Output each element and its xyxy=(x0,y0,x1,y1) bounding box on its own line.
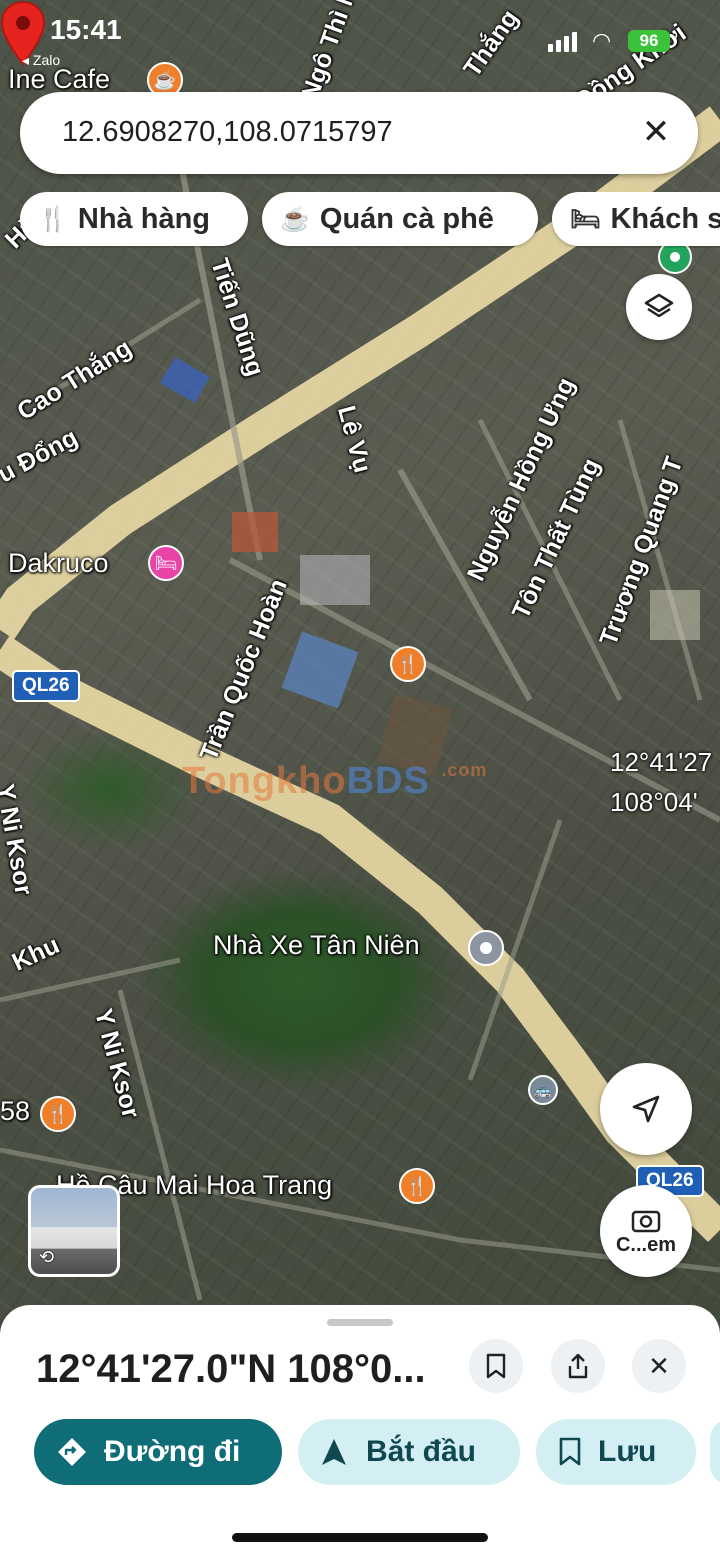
watermark-part1: Tongkho xyxy=(182,760,347,802)
watermark-part2: BDS xyxy=(346,760,430,802)
battery-level: 96 xyxy=(639,31,659,50)
start-label: Bắt đầu xyxy=(366,1435,477,1468)
bus-station-icon[interactable] xyxy=(468,930,504,966)
bookmark-icon xyxy=(559,1437,581,1466)
chip-label: Khách s xyxy=(610,202,720,235)
fork-knife-icon: 🍴 xyxy=(38,205,68,233)
hotel-icon[interactable]: 🛏 xyxy=(148,545,184,581)
place-sheet[interactable]: 12°41'27.0"N 108°0... ✕ Đường đi Bắt đầu… xyxy=(0,1305,720,1557)
search-bar[interactable]: 12.6908270,108.0715797 ✕ xyxy=(20,92,698,174)
restaurant-icon[interactable]: 🍴 xyxy=(399,1168,435,1204)
save-label: Lưu xyxy=(598,1435,657,1468)
pin-lng: 108°04' xyxy=(610,787,698,817)
bus-stop-icon[interactable]: 🚌 xyxy=(528,1075,558,1105)
bed-icon: 🛏 xyxy=(570,205,601,233)
layers-button[interactable] xyxy=(626,274,692,340)
drag-handle[interactable] xyxy=(327,1319,393,1326)
restaurant-icon[interactable]: 🍴 xyxy=(390,646,426,682)
chip-cafes[interactable]: ☕ Quán cà phê xyxy=(262,192,538,246)
navigation-arrow-icon xyxy=(632,1095,660,1123)
route-badge: QL26 xyxy=(12,670,80,702)
poi-label[interactable]: 58 xyxy=(0,1096,30,1127)
bookmark-icon xyxy=(486,1353,506,1379)
directions-button[interactable]: Đường đi xyxy=(34,1419,282,1485)
close-icon[interactable]: ✕ xyxy=(634,110,678,154)
category-chips: 🍴 Nhà hàng ☕ Quán cà phê 🛏 Khách s xyxy=(20,192,720,248)
directions-label: Đường đi xyxy=(104,1435,241,1468)
coffee-cup-icon: ☕ xyxy=(280,205,310,233)
navigation-arrow-icon xyxy=(322,1439,346,1465)
camera-icon xyxy=(631,1210,661,1232)
chip-hotels[interactable]: 🛏 Khách s xyxy=(552,192,720,246)
poi-label[interactable]: Nhà Xe Tân Niên xyxy=(213,930,420,961)
start-button[interactable]: Bắt đầu xyxy=(298,1419,520,1485)
wifi-icon: ◠ xyxy=(592,28,612,53)
close-sheet-button[interactable]: ✕ xyxy=(632,1339,686,1393)
save-bookmark-button[interactable] xyxy=(469,1339,523,1393)
chip-restaurants[interactable]: 🍴 Nhà hàng xyxy=(20,192,248,246)
chip-label: Quán cà phê xyxy=(319,202,494,235)
close-icon: ✕ xyxy=(648,1350,670,1381)
street-view-thumbnail[interactable]: ⟲ xyxy=(28,1185,120,1277)
signal-icon xyxy=(548,32,577,52)
place-title: 12°41'27.0"N 108°0... xyxy=(36,1347,426,1391)
status-bar: 15:41 ◂ Zalo ◠ 96 xyxy=(0,0,720,68)
share-button[interactable] xyxy=(551,1339,605,1393)
poi-label[interactable]: Dakruco xyxy=(8,548,109,579)
share-icon xyxy=(568,1353,588,1379)
chip-label: Nhà hàng xyxy=(77,202,211,235)
camera-label: C...em xyxy=(615,1233,677,1256)
watermark-suffix: .com xyxy=(441,760,488,780)
layers-icon xyxy=(644,293,674,318)
rotate-360-icon: ⟲ xyxy=(39,1247,55,1267)
my-location-button[interactable] xyxy=(600,1063,692,1155)
home-indicator[interactable] xyxy=(232,1533,488,1542)
back-to-app[interactable]: ◂ Zalo xyxy=(22,52,60,69)
save-button[interactable]: Lưu xyxy=(536,1419,696,1485)
restaurant-icon[interactable]: 🍴 xyxy=(40,1096,76,1132)
search-input[interactable]: 12.6908270,108.0715797 xyxy=(62,116,393,149)
pin-coordinate-label: 12°41'27 108°04' xyxy=(610,742,712,822)
watermark: TongkhoBDS .com xyxy=(182,760,487,803)
battery-icon: 96 xyxy=(628,30,670,52)
directions-icon xyxy=(58,1438,86,1466)
camera-search-button[interactable]: C...em xyxy=(600,1185,692,1277)
clock: 15:41 xyxy=(50,14,122,45)
more-actions-peek[interactable] xyxy=(710,1419,720,1485)
pin-lat: 12°41'27 xyxy=(610,747,713,777)
